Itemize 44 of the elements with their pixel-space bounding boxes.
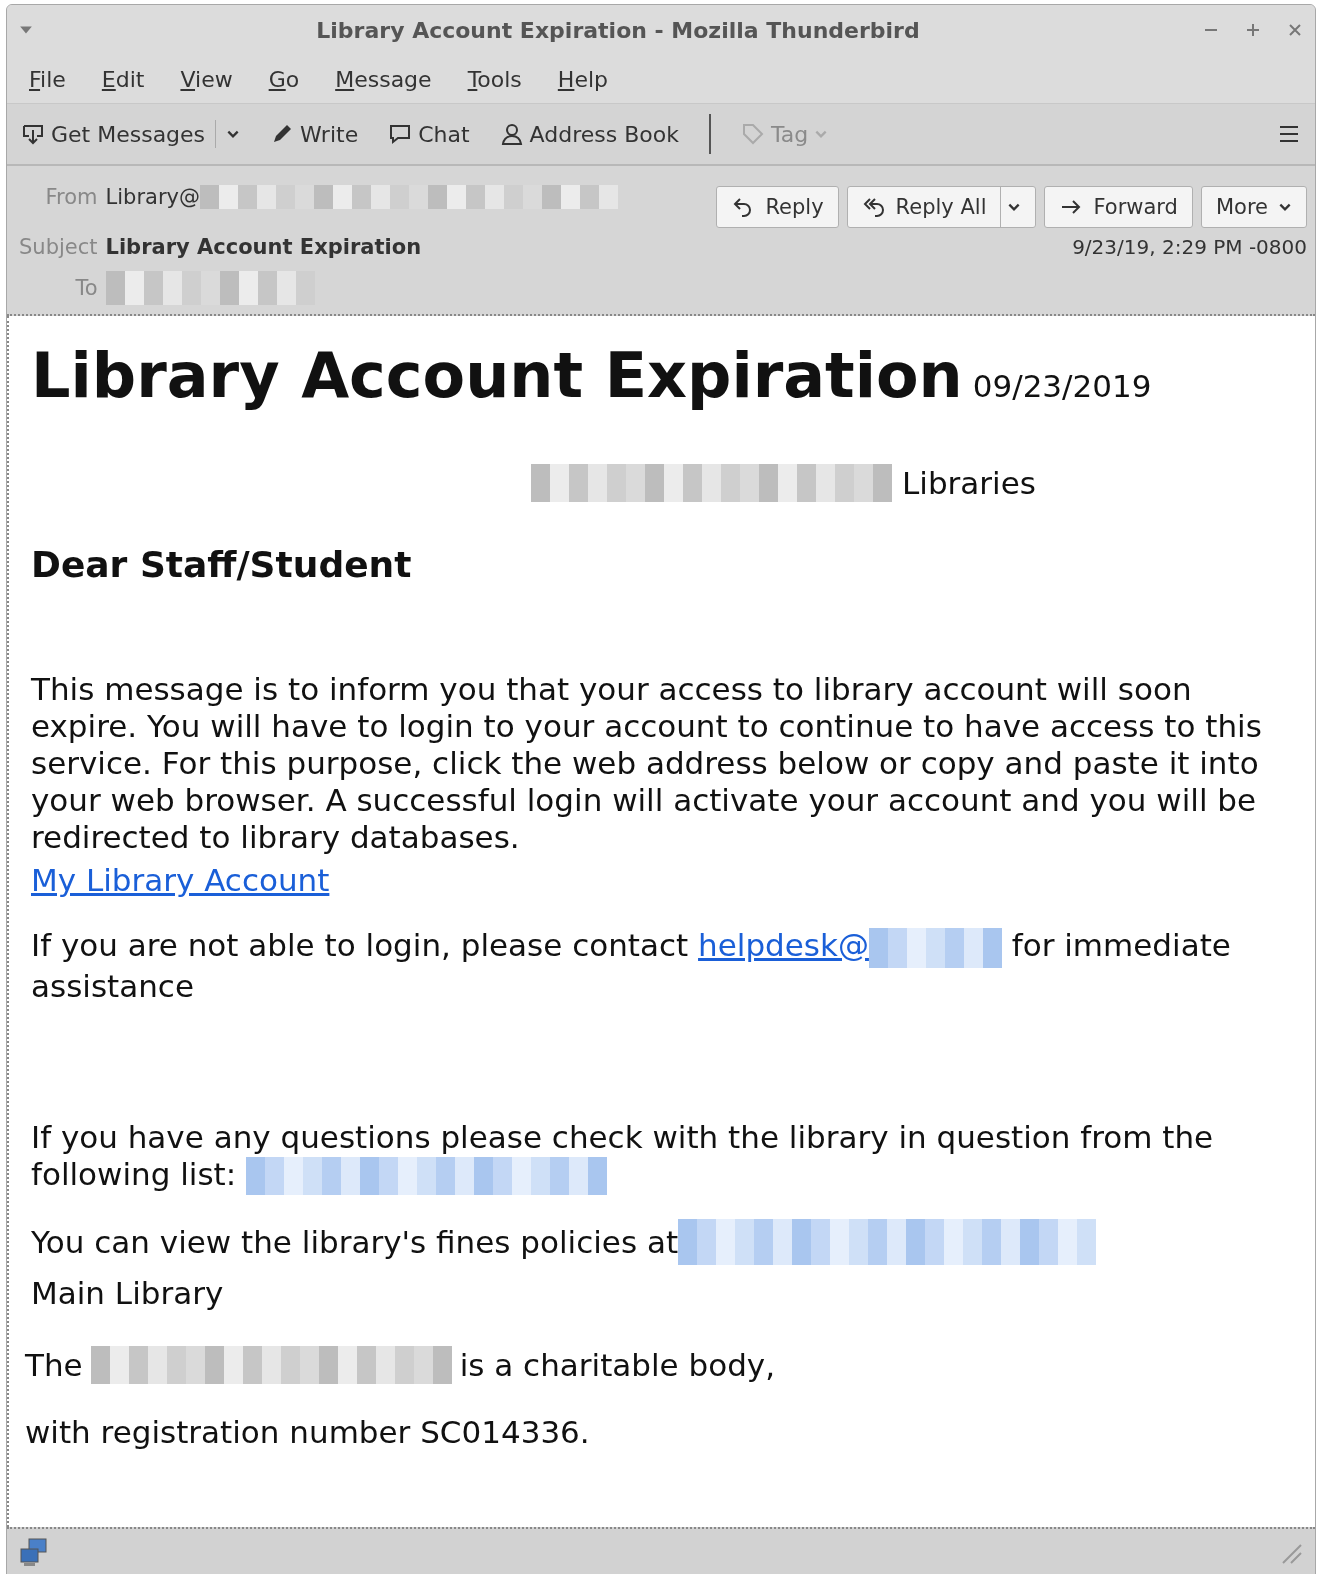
download-icon bbox=[21, 122, 45, 146]
email-heading: Library Account Expiration bbox=[31, 340, 963, 412]
online-status-icon[interactable] bbox=[19, 1537, 49, 1567]
fines-text: You can view the library's fines policies at bbox=[31, 1223, 679, 1261]
questions-paragraph: If you have any questions please check with the library in question from the following list: bbox=[31, 1118, 1214, 1192]
menu-item[interactable]: Go bbox=[268, 66, 300, 92]
menu-item[interactable]: View bbox=[180, 66, 233, 92]
header-button[interactable]: Reply All bbox=[846, 186, 1037, 228]
menu-item[interactable]: File bbox=[29, 66, 66, 92]
charity-text-start: The bbox=[25, 1346, 83, 1384]
maximize-icon[interactable] bbox=[1245, 22, 1261, 38]
helpdesk-link[interactable]: helpdesk@ bbox=[698, 927, 869, 963]
close-icon[interactable] bbox=[1287, 22, 1303, 38]
reply-all-arrow-icon bbox=[861, 195, 886, 219]
header-button[interactable]: More bbox=[1200, 186, 1307, 228]
heading-date: 09/23/2019 bbox=[972, 368, 1152, 405]
signature: Main Library bbox=[31, 1275, 225, 1312]
header-button[interactable]: Reply bbox=[716, 186, 839, 228]
charity-text-end: is a charitable body, bbox=[459, 1346, 776, 1384]
from-label: From bbox=[44, 185, 98, 209]
message-date: 9/23/19, 2:29 PM -0800 bbox=[1072, 235, 1307, 259]
toolbar-button[interactable]: Address Book bbox=[499, 121, 679, 147]
organization-name: Libraries bbox=[902, 464, 1036, 502]
message-paragraph: This message is to inform you that your access to library account will soon expire. You will have to login to your account to continue to have access to this service. For this purpose, click the web address below or copy and paste it into your web browser. A successful login will activate your account and you will be redirected to library databases. bbox=[31, 671, 1263, 856]
speech-bubble-icon bbox=[388, 122, 413, 146]
to-label: To bbox=[74, 276, 98, 300]
toolbar-button[interactable]: Chat bbox=[388, 121, 470, 147]
tag-icon bbox=[740, 122, 765, 146]
account-link[interactable]: My Library Account bbox=[31, 862, 330, 899]
person-icon bbox=[499, 122, 524, 146]
contact-paragraph: If you are not able to login, please contact helpdesk@ for immediate assistance bbox=[31, 927, 1232, 1005]
header-button[interactable]: Forward bbox=[1044, 186, 1193, 228]
greeting: Dear Staff/Student bbox=[31, 546, 413, 583]
subject-label: Subject bbox=[18, 235, 98, 259]
subject-value: Library Account Expiration bbox=[105, 235, 423, 259]
toolbar-button[interactable]: Write bbox=[270, 121, 359, 147]
menu-item[interactable]: Help bbox=[557, 66, 608, 92]
from-address: Library@ bbox=[105, 185, 200, 209]
menu-item[interactable]: Tools bbox=[467, 66, 522, 92]
window-title: Library Account Expiration - Mozilla Thunderbird bbox=[315, 17, 921, 43]
menu-item[interactable]: Edit bbox=[101, 66, 145, 92]
registration-text: with registration number SC014336. bbox=[25, 1414, 591, 1451]
toolbar-button[interactable]: Get Messages bbox=[21, 120, 241, 148]
menu-item[interactable]: Message bbox=[335, 66, 432, 92]
